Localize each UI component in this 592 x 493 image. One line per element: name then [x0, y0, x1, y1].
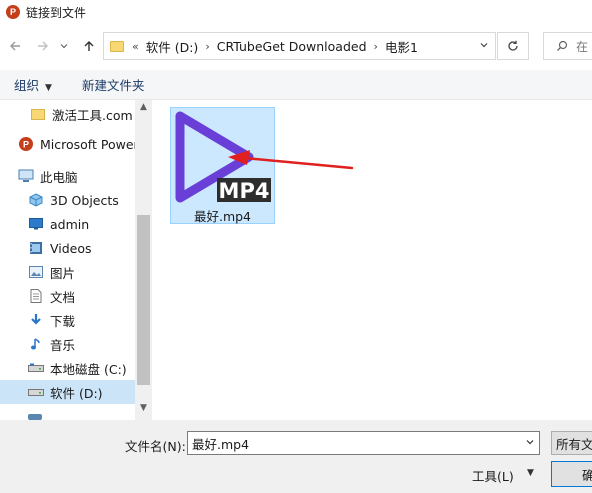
search-input[interactable]: 在: [543, 32, 592, 60]
mp4-play-icon: MP4: [175, 111, 271, 203]
scroll-up-icon[interactable]: ▲: [135, 102, 152, 116]
address-dropdown-icon[interactable]: [479, 40, 489, 53]
sidebar-item-downloads[interactable]: 下载: [0, 308, 135, 332]
scroll-down-icon[interactable]: ▼: [135, 403, 152, 417]
search-icon: [557, 40, 568, 51]
sidebar-item-label: 图片: [50, 265, 76, 281]
sidebar-item-label: 文档: [50, 289, 76, 305]
chevron-down-icon: ▼: [45, 83, 52, 93]
sidebar-item-label: 本地磁盘 (C:): [50, 361, 127, 377]
filename-label: 文件名(N):: [125, 439, 186, 454]
desktop-icon: [28, 216, 44, 232]
bottom-panel: 文件名(N): 最好.mp4 所有文 工具(L) ▼ 确: [0, 420, 592, 493]
computer-icon: [18, 168, 34, 184]
sidebar-item-label: 下载: [50, 313, 76, 329]
refresh-button[interactable]: [497, 32, 529, 60]
sidebar-item-label: 激活工具.com: [52, 107, 133, 123]
drive-icon: [28, 360, 44, 376]
sidebar-item-label: 软件 (D:): [50, 385, 103, 401]
music-icon: [28, 336, 44, 352]
scroll-thumb[interactable]: [137, 215, 150, 385]
open-button[interactable]: 确: [551, 461, 592, 487]
refresh-icon: [508, 40, 518, 51]
chevron-down-icon[interactable]: [525, 437, 535, 450]
recent-locations-chevron-icon[interactable]: [57, 35, 71, 57]
folder-icon: [110, 40, 124, 52]
tools-button[interactable]: 工具(L): [472, 466, 514, 485]
filename-input[interactable]: 最好.mp4: [187, 431, 540, 455]
breadcrumb-separator[interactable]: ›: [374, 40, 378, 53]
command-toolbar: 组织 ▼ 新建文件夹: [0, 70, 592, 100]
forward-arrow-icon[interactable]: [32, 35, 54, 57]
organize-button[interactable]: 组织 ▼: [14, 75, 52, 94]
filename-value: 最好.mp4: [192, 436, 250, 452]
navigation-scrollbar[interactable]: ▲ ▼: [135, 100, 152, 420]
svg-text:P: P: [23, 140, 29, 150]
sidebar-item-drive-c[interactable]: 本地磁盘 (C:): [0, 356, 135, 380]
breadcrumb-separator[interactable]: ›: [205, 40, 209, 53]
sidebar-item-admin[interactable]: admin: [0, 212, 135, 236]
drive-icon: [28, 384, 44, 400]
new-folder-button[interactable]: 新建文件夹: [82, 75, 145, 94]
sidebar-item-this-pc[interactable]: 此电脑: [0, 164, 135, 188]
sidebar-item-drive-d[interactable]: 软件 (D:): [0, 380, 135, 404]
file-name-label: 最好.mp4: [193, 209, 252, 224]
sidebar-item-pictures[interactable]: 图片: [0, 260, 135, 284]
sidebar-item-documents[interactable]: 文档: [0, 284, 135, 308]
sidebar-item-microsoft-powerpoint[interactable]: P Microsoft Power: [0, 132, 139, 156]
navigation-pane: 激活工具.com P Microsoft Power 此电脑 3D Object…: [0, 100, 150, 420]
picture-icon: [28, 264, 44, 280]
sidebar-item-videos[interactable]: Videos: [0, 236, 135, 260]
title-bar: P 链接到文件: [0, 0, 592, 24]
address-bar[interactable]: « 软件 (D:) › CRTubeGet Downloaded › 电影1: [103, 32, 496, 60]
breadcrumb-overflow[interactable]: «: [132, 40, 139, 53]
file-type-filter[interactable]: 所有文: [551, 431, 592, 455]
download-icon: [28, 312, 44, 328]
folder-icon: [30, 106, 46, 122]
file-list: MP4 最好.mp4: [152, 100, 592, 420]
sidebar-item-activation-tool[interactable]: 激活工具.com: [0, 102, 135, 126]
sidebar-item-label: 3D Objects: [50, 192, 119, 208]
sidebar-item-label: Microsoft Power: [40, 136, 139, 152]
mp4-badge: MP4: [219, 179, 270, 203]
sidebar-item-label: Videos: [50, 240, 92, 256]
breadcrumb-drive-d[interactable]: 软件 (D:): [146, 37, 199, 56]
breadcrumb-movie1[interactable]: 电影1: [385, 37, 418, 56]
sidebar-item-3d-objects[interactable]: 3D Objects: [0, 188, 135, 212]
link-to-file-dialog: P 链接到文件 « 软件 (D:) › CRTubeGet Downloaded…: [0, 0, 592, 493]
sidebar-item-music[interactable]: 音乐: [0, 332, 135, 356]
sidebar-item-label: 音乐: [50, 337, 76, 353]
powerpoint-icon: P: [18, 136, 34, 152]
breadcrumb-crtubeget[interactable]: CRTubeGet Downloaded: [217, 39, 367, 54]
back-arrow-icon[interactable]: [4, 35, 26, 57]
powerpoint-app-icon: P: [6, 5, 20, 19]
document-icon: [28, 288, 44, 304]
window-title: 链接到文件: [26, 5, 87, 20]
search-placeholder: 在: [576, 39, 589, 54]
file-item-mp4[interactable]: MP4 最好.mp4: [170, 107, 275, 224]
sidebar-item-label: admin: [50, 216, 90, 232]
cube-icon: [28, 192, 44, 208]
sidebar-item-label: 此电脑: [40, 169, 78, 185]
navigation-bar: « 软件 (D:) › CRTubeGet Downloaded › 电影1 在: [0, 30, 592, 62]
video-icon: [28, 240, 44, 256]
chevron-down-icon[interactable]: ▼: [527, 468, 534, 478]
up-arrow-icon[interactable]: [78, 35, 100, 57]
